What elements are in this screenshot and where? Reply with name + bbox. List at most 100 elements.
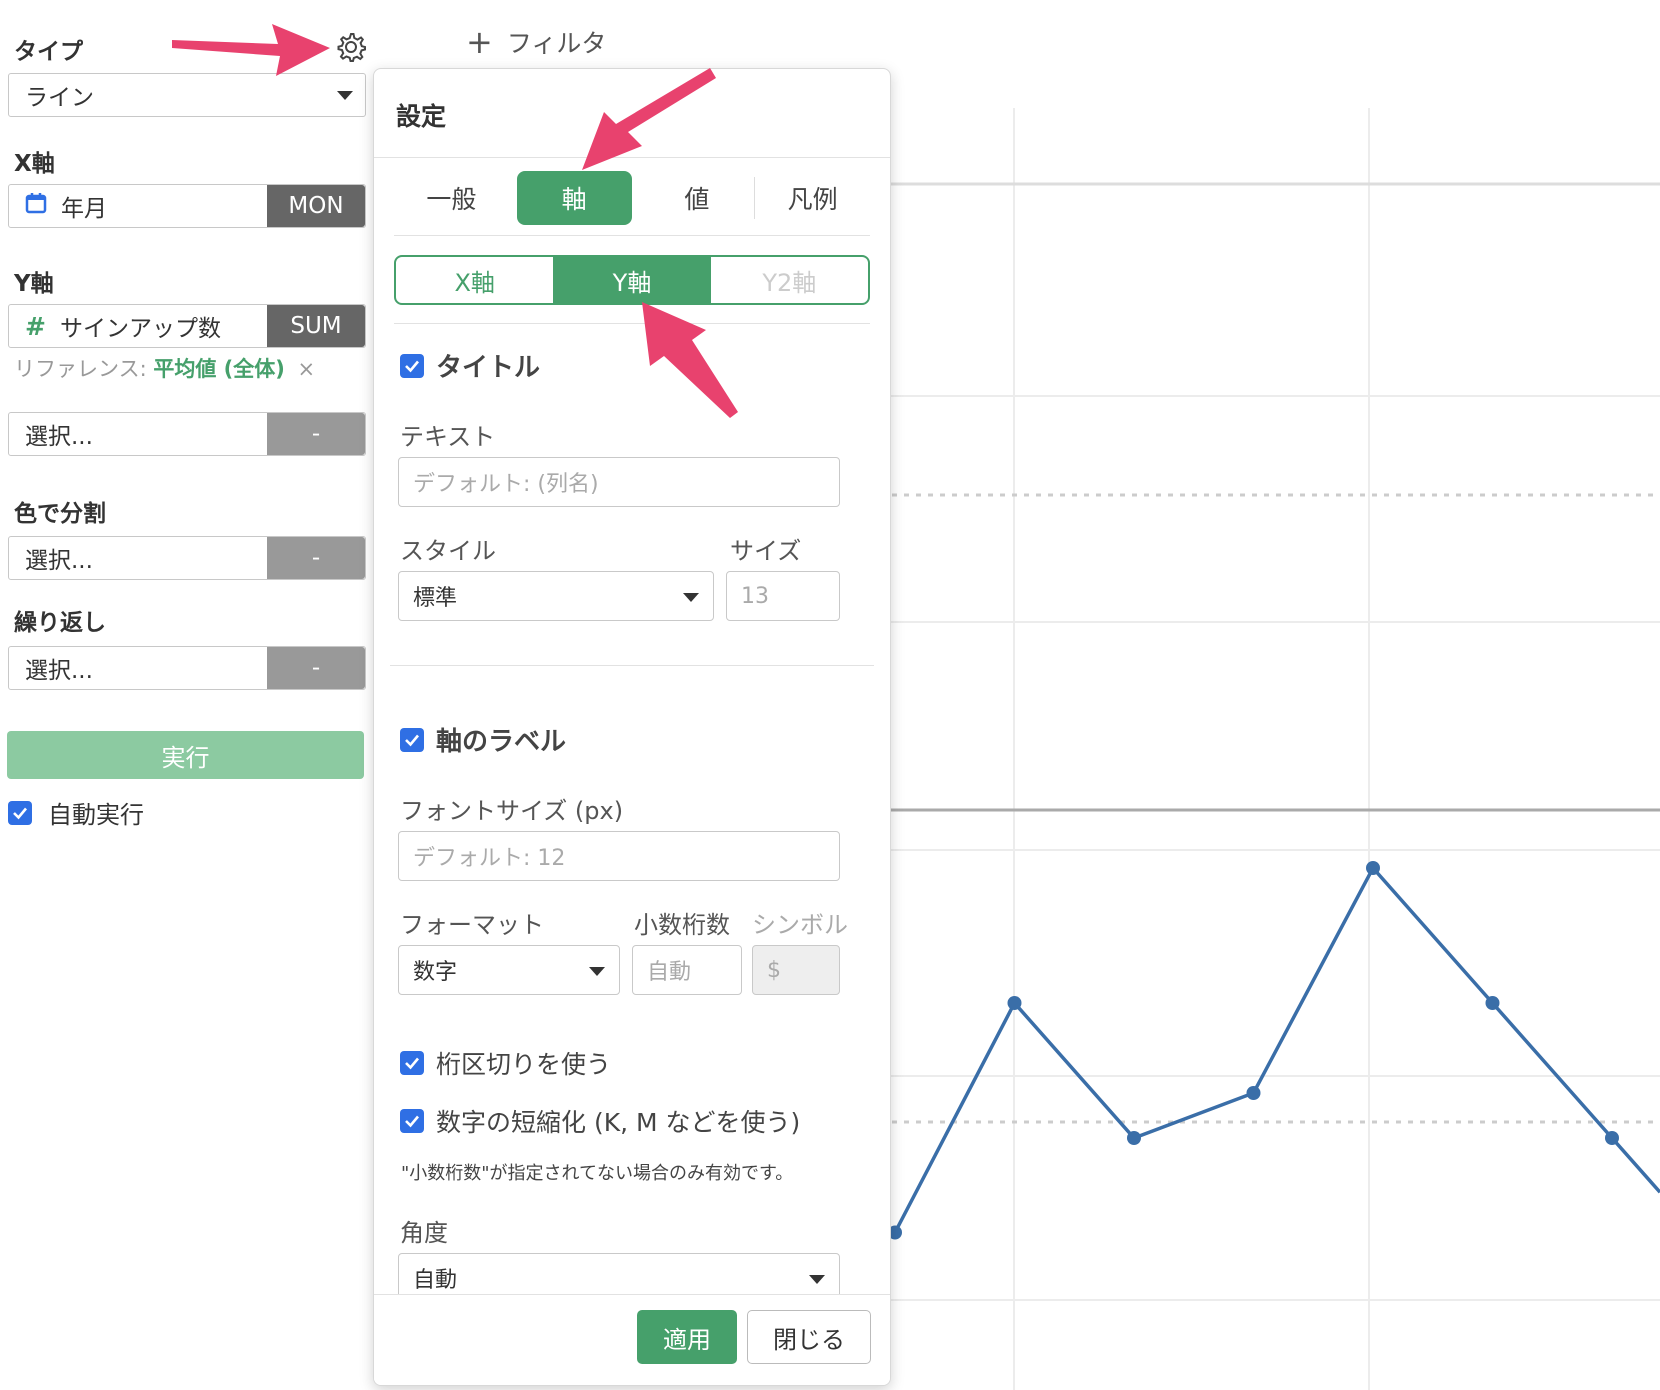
settings-tabs: 一般 軸 値 凡例	[394, 169, 870, 227]
title-section-label: タイトル	[436, 353, 541, 383]
reference-value[interactable]: 平均値 (全体)	[153, 357, 285, 381]
decimals-note: "小数桁数"が指定されてない場合のみ有効です。	[401, 1163, 794, 1184]
check-icon	[405, 1115, 419, 1128]
data-point	[1485, 996, 1500, 1010]
check-icon	[13, 807, 27, 819]
hash-icon: #	[25, 311, 46, 341]
tab-value[interactable]: 値	[640, 169, 755, 227]
abbreviate-option[interactable]: 数字の短縮化 (K, M などを使う)	[400, 1103, 800, 1139]
settings-popover: 設定 一般 軸 値 凡例 X軸 Y軸 Y2軸 タイトル テキスト デフォルト: …	[373, 68, 891, 1386]
axis-tab-y2[interactable]: Y2軸	[711, 257, 868, 303]
y-axis-field[interactable]: # サインアップ数 SUM	[8, 304, 366, 348]
tab-legend[interactable]: 凡例	[755, 169, 870, 227]
auto-run-option[interactable]: 自動実行	[8, 795, 144, 830]
auto-run-label: 自動実行	[48, 801, 144, 829]
reference-remove-icon[interactable]: ×	[298, 357, 316, 381]
filter-label: フィルタ	[506, 29, 607, 58]
chevron-down-icon	[683, 593, 699, 602]
close-button[interactable]: 閉じる	[747, 1310, 871, 1364]
plus-icon: +	[466, 23, 493, 61]
tab-axis[interactable]: 軸	[516, 171, 632, 225]
font-size-input[interactable]: デフォルト: 12	[398, 831, 840, 881]
size-input[interactable]: 13	[726, 571, 840, 621]
symbol-label: シンボル	[752, 911, 848, 939]
x-axis-field[interactable]: 年月 MON	[8, 184, 366, 228]
data-point	[1246, 1086, 1261, 1100]
axis-label-section-label: 軸のラベル	[436, 727, 567, 757]
title-checkbox[interactable]	[400, 353, 424, 378]
repeat-aggregation[interactable]: -	[267, 647, 365, 689]
reference-prefix: リファレンス:	[14, 357, 147, 381]
abbreviate-checkbox[interactable]	[400, 1109, 424, 1133]
extra-field-aggregation[interactable]: -	[267, 413, 365, 455]
check-icon	[405, 1057, 419, 1070]
type-label: タイプ	[14, 39, 83, 65]
divider	[394, 235, 870, 236]
reference-line-info: リファレンス: 平均値 (全体) ×	[14, 353, 315, 383]
color-split-value: 選択...	[25, 548, 93, 574]
axis-selector: X軸 Y軸 Y2軸	[394, 255, 870, 305]
thousands-separator-label: 桁区切りを使う	[436, 1050, 612, 1079]
divider	[394, 323, 870, 324]
axis-tab-x[interactable]: X軸	[396, 257, 553, 303]
divider	[374, 157, 890, 158]
style-value: 標準	[413, 586, 458, 611]
y-axis-label: Y軸	[14, 271, 54, 297]
data-point	[1605, 1131, 1619, 1145]
extra-field-value: 選択...	[25, 424, 93, 450]
data-point	[1366, 861, 1380, 875]
repeat-value: 選択...	[25, 658, 93, 684]
decimals-label: 小数桁数	[634, 911, 730, 939]
format-select[interactable]: 数字	[398, 945, 620, 995]
chevron-down-icon	[809, 1275, 825, 1284]
x-axis-field-name: 年月	[61, 196, 107, 222]
tab-general[interactable]: 一般	[394, 169, 509, 227]
thousands-separator-option[interactable]: 桁区切りを使う	[400, 1045, 611, 1081]
chevron-down-icon	[589, 967, 605, 976]
style-select[interactable]: 標準	[398, 571, 714, 621]
font-size-label: フォントサイズ (px)	[400, 797, 624, 825]
axis-tab-y[interactable]: Y軸	[553, 257, 711, 303]
x-axis-label: X軸	[14, 151, 55, 177]
decimals-input[interactable]: 自動	[632, 945, 742, 995]
title-text-input[interactable]: デフォルト: (列名)	[398, 457, 840, 507]
type-value: ライン	[25, 85, 94, 111]
angle-value: 自動	[413, 1268, 458, 1293]
gear-icon[interactable]	[336, 32, 366, 66]
calendar-icon	[25, 192, 47, 220]
title-toggle[interactable]: タイトル	[400, 347, 540, 384]
apply-button[interactable]: 適用	[637, 1310, 737, 1364]
add-filter-button[interactable]: + フィルタ	[466, 24, 606, 60]
y-axis-aggregation[interactable]: SUM	[267, 305, 365, 347]
format-label: フォーマット	[400, 911, 544, 939]
extra-field-select[interactable]: 選択... -	[8, 412, 366, 456]
axis-label-checkbox[interactable]	[400, 727, 424, 752]
format-value: 数字	[413, 960, 458, 985]
color-split-aggregation[interactable]: -	[267, 537, 365, 579]
axis-label-toggle[interactable]: 軸のラベル	[400, 721, 566, 758]
abbreviate-label: 数字の短縮化 (K, M などを使う)	[436, 1108, 801, 1137]
check-icon	[405, 734, 419, 746]
check-icon	[405, 360, 419, 372]
size-label: サイズ	[730, 537, 802, 565]
repeat-select[interactable]: 選択... -	[8, 646, 366, 690]
y-axis-field-name: サインアップ数	[59, 316, 221, 342]
series-line	[893, 864, 1660, 1234]
style-label: スタイル	[400, 537, 496, 565]
symbol-input[interactable]: $	[752, 945, 840, 995]
run-button[interactable]: 実行	[7, 731, 364, 779]
color-split-label: 色で分割	[14, 501, 106, 527]
data-point	[1007, 996, 1022, 1010]
chevron-down-icon	[337, 90, 353, 100]
color-split-select[interactable]: 選択... -	[8, 536, 366, 580]
chart-config-panel: タイプ ライン X軸 年月 MON Y軸 # サインアップ数 SUM リファレン…	[0, 0, 370, 1390]
x-axis-aggregation[interactable]: MON	[267, 185, 365, 227]
divider	[390, 665, 874, 666]
repeat-label: 繰り返し	[14, 610, 106, 636]
text-label: テキスト	[400, 423, 496, 451]
settings-title: 設定	[396, 102, 447, 131]
thousands-separator-checkbox[interactable]	[400, 1051, 424, 1075]
type-select[interactable]: ライン	[8, 73, 366, 117]
auto-run-checkbox[interactable]	[8, 800, 32, 825]
angle-label: 角度	[400, 1219, 448, 1247]
